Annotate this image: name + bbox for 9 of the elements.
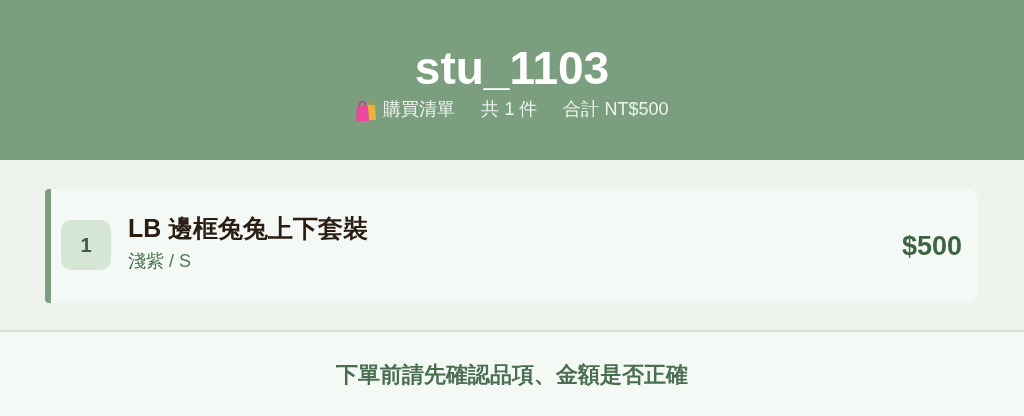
item-price: $500 xyxy=(901,230,962,262)
total-amount: 合計 NT$500 xyxy=(563,98,669,121)
item-variant: 淺紫 / S xyxy=(128,249,192,273)
list-label: 購買清單 xyxy=(383,98,456,121)
item-name: LB 邊框兔兔上下套裝 xyxy=(128,212,370,244)
item-count: 共 1 件 xyxy=(481,98,538,121)
item-number: 1 xyxy=(61,220,111,270)
confirm-note: 下單前請先確認品項、金額是否正確 xyxy=(336,361,688,389)
page-title: stu_1103 xyxy=(414,41,610,95)
